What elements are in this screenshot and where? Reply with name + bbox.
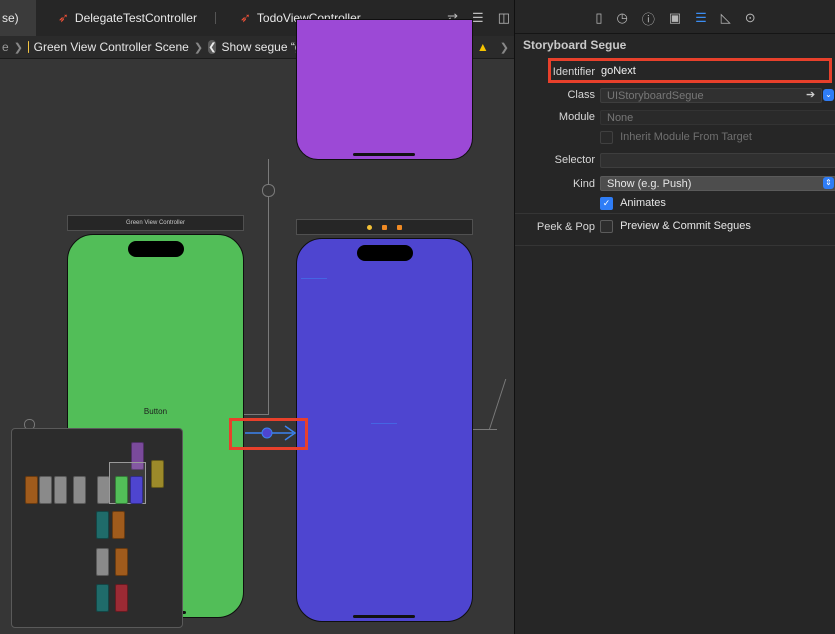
help-inspector-icon[interactable]: ⓘ [642, 9, 655, 28]
class-field[interactable]: UIStoryboardSegue [600, 88, 822, 103]
minimap-scene [96, 511, 109, 539]
identity-inspector-icon[interactable]: ▣ [669, 10, 681, 26]
selector-label: Selector [554, 154, 595, 166]
kind-popup[interactable]: Show (e.g. Push) [600, 176, 835, 191]
preview-commit-label: Preview & Commit Segues [620, 220, 751, 233]
identifier-highlight [548, 58, 832, 83]
scene-title: Green View Controller [126, 220, 185, 226]
storyboard-editor: se) ➶ DelegateTestController ➶ TodoViewC… [0, 0, 514, 634]
purple-view-controller[interactable] [296, 19, 473, 160]
inherit-module-label: Inherit Module From Target [620, 131, 752, 144]
breadcrumb-scene[interactable]: Green View Controller Scene [34, 40, 189, 54]
segue-line [268, 159, 269, 414]
segue-node-icon[interactable] [262, 184, 275, 197]
swift-file-icon: ➶ [240, 10, 251, 25]
view-controller-icon[interactable] [367, 224, 372, 230]
divider [515, 245, 835, 246]
size-inspector-icon[interactable]: ◺ [721, 10, 731, 26]
segue-line [488, 379, 507, 430]
class-label: Class [567, 89, 595, 101]
attributes-inspector-icon[interactable]: ☰ [695, 10, 707, 26]
divider [515, 33, 835, 34]
history-inspector-icon[interactable]: ◷ [616, 10, 627, 26]
next-issue-icon[interactable]: ❯ [500, 41, 509, 54]
segue-line [472, 429, 497, 430]
preview-commit-checkbox[interactable] [600, 220, 613, 233]
minimap-scene [115, 584, 128, 612]
selector-field[interactable] [600, 153, 835, 168]
dynamic-island [357, 245, 413, 261]
swift-file-icon: ➶ [58, 10, 69, 25]
inspector-tab-bar: ▯ ◷ ⓘ ▣ ☰ ◺ ⊙ [515, 0, 835, 36]
minimap-scene [115, 548, 128, 576]
back-button-placeholder[interactable] [301, 271, 327, 279]
module-label: Module [558, 111, 595, 123]
editor-menu-icon[interactable]: ☰ [472, 10, 484, 26]
inherit-module-row: Inherit Module From Target [600, 131, 752, 144]
preview-commit-row: Preview & Commit Segues [600, 220, 751, 233]
section-title: Storyboard Segue [523, 38, 627, 52]
blue-view-controller[interactable] [296, 238, 473, 622]
tab-delegate-test-controller[interactable]: ➶ DelegateTestController [58, 0, 197, 36]
chevron-right-icon: ❯ [193, 41, 204, 54]
minimap-scene [115, 476, 128, 504]
exit-icon[interactable] [397, 224, 402, 230]
go-to-class-icon[interactable]: ➔ [806, 88, 815, 101]
module-placeholder: None [607, 111, 634, 124]
button-element[interactable]: Button [68, 407, 243, 416]
animates-row: ✓ Animates [600, 197, 666, 210]
dynamic-island [128, 241, 184, 257]
first-responder-icon[interactable] [382, 224, 387, 230]
label-placeholder[interactable] [371, 416, 397, 424]
animates-checkbox[interactable]: ✓ [600, 197, 613, 210]
scene-icon [27, 41, 29, 53]
breadcrumb-overflow[interactable]: e [2, 40, 9, 54]
segue-line [244, 414, 269, 415]
file-inspector-icon[interactable]: ▯ [595, 10, 602, 26]
peek-pop-label: Peek & Pop [536, 221, 595, 233]
warning-icon[interactable]: ▲ [477, 40, 489, 54]
tab-label: se) [2, 11, 19, 25]
minimap-scene [73, 476, 86, 504]
minimap-scene [151, 460, 164, 488]
segue-back-icon: ❮ [208, 40, 217, 54]
scene-title-bar[interactable]: Green View Controller [67, 215, 244, 231]
scene-dock-bar[interactable] [296, 219, 473, 235]
minimap-scene [96, 548, 109, 576]
minimap-scene [39, 476, 52, 504]
home-indicator [353, 153, 415, 156]
attributes-inspector: ▯ ◷ ⓘ ▣ ☰ ◺ ⊙ Storyboard Segue Identifie… [514, 0, 835, 634]
tab-label: DelegateTestController [74, 11, 197, 25]
minimap-scene [25, 476, 38, 504]
kind-popup-chevron-icon[interactable]: ⇕ [823, 177, 834, 189]
connections-inspector-icon[interactable]: ⊙ [745, 10, 756, 26]
split-editor-icon[interactable]: ◫ [498, 10, 510, 26]
tab-current-file[interactable]: se) [0, 0, 36, 36]
segue-arrow-icon[interactable] [243, 421, 301, 445]
class-dropdown-button[interactable]: ⌄ [823, 89, 834, 101]
minimap-scene [96, 584, 109, 612]
divider [515, 213, 835, 214]
chevron-right-icon: ❯ [13, 41, 23, 54]
minimap-scene [130, 476, 143, 504]
inherit-module-checkbox [600, 131, 613, 144]
kind-value: Show (e.g. Push) [607, 177, 692, 190]
tab-divider [215, 12, 216, 24]
minimap-scene [54, 476, 67, 504]
home-indicator [353, 615, 415, 618]
class-placeholder: UIStoryboardSegue [607, 89, 704, 102]
canvas-minimap[interactable] [11, 428, 183, 628]
module-field[interactable]: None [600, 110, 835, 125]
minimap-scene [112, 511, 125, 539]
animates-label: Animates [620, 197, 666, 210]
kind-label: Kind [572, 178, 595, 190]
